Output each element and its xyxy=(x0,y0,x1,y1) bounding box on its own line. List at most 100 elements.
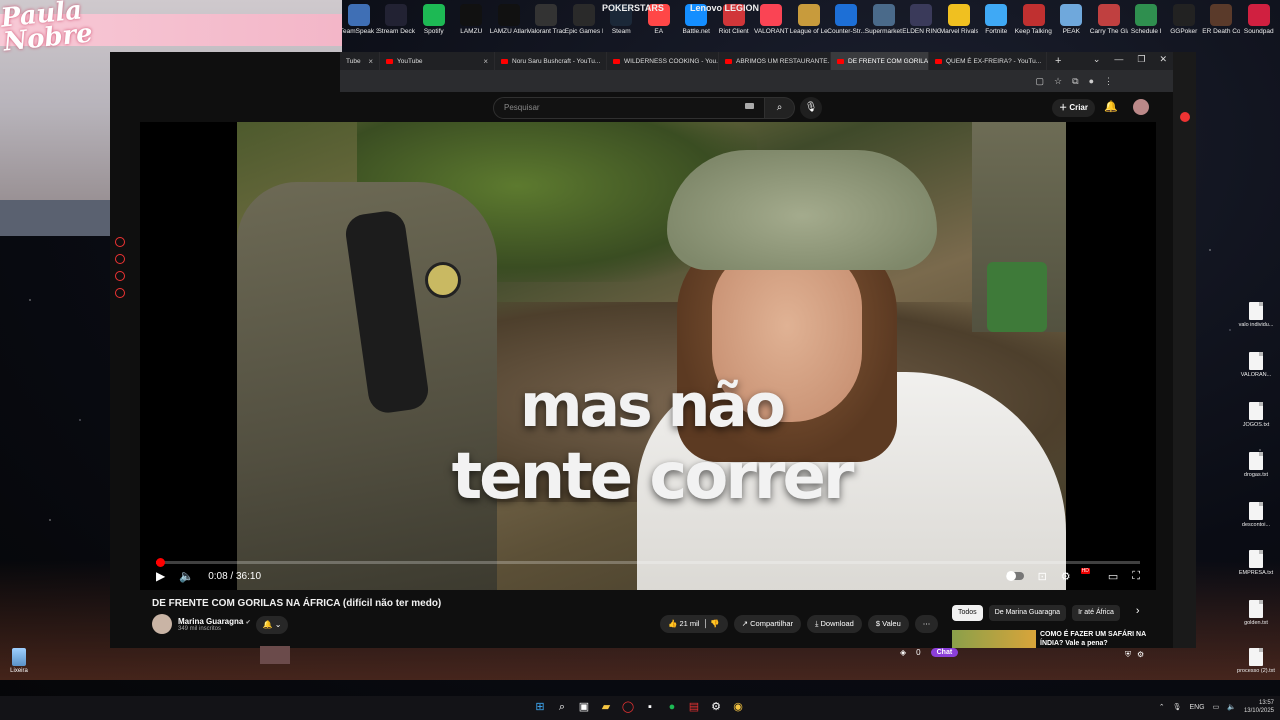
profile-icon[interactable]: ● xyxy=(1089,76,1094,87)
browser-tab[interactable]: Noru Saru Bushcraft - YouTu...× xyxy=(495,52,607,70)
desktop-file[interactable]: golden.txt xyxy=(1236,600,1276,626)
media-icon[interactable]: ▤ xyxy=(686,699,702,715)
browser-tab[interactable]: Tube × xyxy=(340,52,380,70)
desktop-shortcut[interactable]: Spotify xyxy=(415,0,453,48)
desktop-shortcut[interactable]: Fortnite xyxy=(978,0,1016,48)
recommended-title[interactable]: COMO É FAZER UM SAFÁRI NA ÍNDIA? Vale a … xyxy=(1040,630,1160,648)
spotify-taskbar-icon[interactable]: ● xyxy=(664,699,680,715)
keyboard-icon[interactable] xyxy=(745,103,754,109)
cast-icon[interactable]: ▢ xyxy=(1036,76,1045,87)
desktop-file[interactable]: processo (2).txt xyxy=(1236,648,1276,674)
desktop-shortcut[interactable]: Counter-Str... 2 xyxy=(827,0,865,48)
desktop-shortcut[interactable]: PEAK xyxy=(1053,0,1091,48)
like-button[interactable]: 👍 21 mil │ 👎 xyxy=(660,615,728,633)
desktop-file[interactable]: descontoi... xyxy=(1236,502,1276,528)
search-input[interactable]: Pesquisar xyxy=(493,97,765,119)
subtitles-icon[interactable]: ⊡ xyxy=(1038,570,1047,583)
opera-icon[interactable]: ◯ xyxy=(620,699,636,715)
browser-tab[interactable]: YouTube × xyxy=(380,52,495,70)
sidebar-icon-3[interactable] xyxy=(115,271,125,281)
browser-tab[interactable]: DE FRENTE COM GORILAS N...× xyxy=(831,52,929,70)
thanks-button[interactable]: $ Valeu xyxy=(867,615,909,633)
desktop-file[interactable]: drogas.txt xyxy=(1236,452,1276,478)
task-view-icon[interactable]: ▣ xyxy=(576,699,592,715)
subscription-bell-button[interactable]: 🔔 ⌄ xyxy=(256,616,288,634)
fullscreen-icon[interactable]: ⛶ xyxy=(1132,570,1140,583)
desktop-shortcut[interactable]: Marvel Rivals xyxy=(940,0,978,48)
bookmark-star-icon[interactable]: ☆ xyxy=(1054,76,1062,87)
sidebar-icon-4[interactable] xyxy=(115,288,125,298)
search-button[interactable]: ⌕ xyxy=(765,97,795,119)
microphone-tray-icon[interactable]: 🎙 xyxy=(1173,703,1182,711)
sidebar-icon-2[interactable] xyxy=(115,254,125,264)
channel-name[interactable]: Marina Guaragna ✔ xyxy=(178,617,251,626)
file-explorer-icon[interactable]: ▰ xyxy=(598,699,614,715)
windows-start-icon[interactable]: ⊞ xyxy=(532,699,548,715)
autoplay-toggle[interactable] xyxy=(1005,571,1024,581)
settings-gear-icon[interactable]: ⚙ xyxy=(1061,570,1071,583)
close-window-icon[interactable]: ✕ xyxy=(1159,54,1167,65)
volume-icon[interactable]: 🔈 xyxy=(179,569,194,583)
recommended-thumbnail[interactable] xyxy=(952,630,1036,648)
speaker-icon[interactable]: 🔈 xyxy=(1227,703,1236,711)
maximize-icon[interactable]: ❐ xyxy=(1137,54,1145,65)
progress-bar[interactable] xyxy=(155,558,1140,567)
account-avatar[interactable] xyxy=(1133,99,1149,115)
menu-dots-icon[interactable]: ⋮ xyxy=(1104,76,1113,87)
desktop-shortcut[interactable]: Supermarket Simulator xyxy=(865,0,903,48)
download-button[interactable]: ⤓ Download xyxy=(807,615,862,633)
desktop-shortcut[interactable]: LAMZU Atlantis P... xyxy=(490,0,528,48)
more-actions-button[interactable]: ⋯ xyxy=(914,615,939,633)
recycle-bin[interactable]: Lixeira xyxy=(4,648,34,674)
address-bar[interactable]: ▢ ☆ ⧉ ● ⋮ xyxy=(340,70,1173,92)
video-player[interactable]: mas não tente correr ▶ 🔈 0:08 / 36:10 ⊡ … xyxy=(140,122,1156,590)
desktop-shortcut[interactable]: Stream Deck xyxy=(377,0,415,48)
share-button[interactable]: ↗ Compartilhar xyxy=(733,615,802,633)
search-icon-taskbar[interactable]: ⌕ xyxy=(554,699,570,715)
browser-tab[interactable]: QUEM É EX-FREIRA? - YouTu...× xyxy=(929,52,1047,70)
filter-chip[interactable]: Ir até África xyxy=(1072,605,1120,621)
desktop-shortcut[interactable]: GGPoker xyxy=(1165,0,1203,48)
desktop-shortcut[interactable]: Keep Talking and Nobo... xyxy=(1015,0,1053,48)
desktop-shortcut[interactable]: LAMZU xyxy=(453,0,491,48)
notifications-bell-icon[interactable]: 🔔 xyxy=(1104,100,1118,113)
desktop-shortcut[interactable]: League of Legends xyxy=(790,0,828,48)
browser-tab[interactable]: WILDERNESS COOKING - You...× xyxy=(607,52,719,70)
network-icon[interactable]: ▭ xyxy=(1213,703,1220,711)
close-tab-icon[interactable]: × xyxy=(362,57,373,66)
theater-mode-icon[interactable]: ▭ xyxy=(1108,570,1118,583)
create-button[interactable]: ＋ Criar xyxy=(1052,99,1095,117)
language-indicator[interactable]: ENG xyxy=(1189,704,1204,711)
desktop-file[interactable]: VALORAN... xyxy=(1236,352,1276,378)
close-tab-icon[interactable]: × xyxy=(600,57,606,66)
shield-icon[interactable]: ⛨ xyxy=(1125,650,1131,660)
side-panel-icon[interactable] xyxy=(1180,112,1190,122)
desktop-shortcut[interactable]: Valorant Tracker xyxy=(527,0,565,48)
desktop-shortcut[interactable]: Soundpad xyxy=(1240,0,1278,48)
browser-tab[interactable]: ABRIMOS UM RESTAURANTE...× xyxy=(719,52,831,70)
desktop-shortcut[interactable]: TeamSpeak 3 Client xyxy=(340,0,378,48)
chat-button[interactable]: Chat xyxy=(930,648,959,657)
terminal-icon[interactable]: ▪ xyxy=(642,699,658,715)
channel-avatar[interactable] xyxy=(152,614,172,634)
settings-icon[interactable]: ⚙ xyxy=(708,699,724,715)
desktop-file[interactable]: valo individu... xyxy=(1236,302,1276,328)
desktop-shortcut[interactable]: ER Death Counter xyxy=(1202,0,1240,48)
desktop-shortcut[interactable]: Schedule I xyxy=(1128,0,1166,48)
close-tab-icon[interactable]: × xyxy=(477,57,488,66)
desktop-shortcut[interactable]: Carry The Glass xyxy=(1090,0,1128,48)
minimize-icon[interactable]: — xyxy=(1114,54,1123,65)
play-icon[interactable]: ▶ xyxy=(156,569,165,583)
filter-chip[interactable]: De Marina Guaragna xyxy=(988,605,1067,621)
tab-search-icon[interactable]: ⌄ xyxy=(1093,54,1101,65)
extensions-icon[interactable]: ⧉ xyxy=(1072,76,1078,87)
desktop-shortcut[interactable]: ELDEN RING NIGHTREIGN xyxy=(902,0,940,48)
desktop-file[interactable]: EMPRESA.txt xyxy=(1236,550,1276,576)
sidebar-icon-1[interactable] xyxy=(115,237,125,247)
chrome-icon[interactable]: ◉ xyxy=(730,699,746,715)
filter-chip[interactable]: Todos xyxy=(952,605,983,621)
chevron-right-icon[interactable]: › xyxy=(1136,605,1140,621)
tray-chevron-icon[interactable]: ⌃ xyxy=(1159,703,1165,711)
desktop-shortcut[interactable]: Epic Games Launcher xyxy=(565,0,603,48)
desktop-file[interactable]: JOGOS.txt xyxy=(1236,402,1276,428)
